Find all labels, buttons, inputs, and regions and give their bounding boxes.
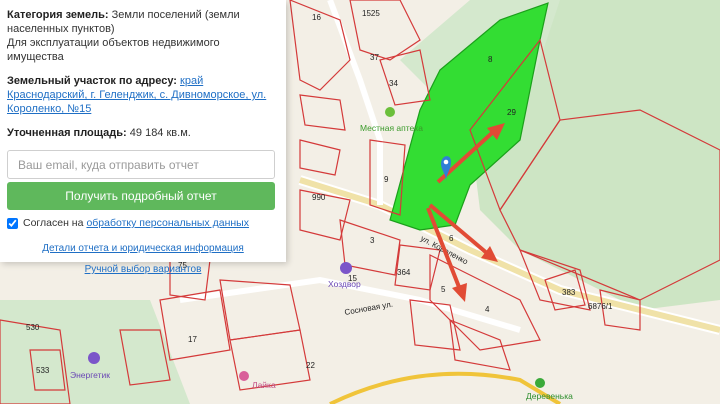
consent-text: Согласен на	[23, 217, 84, 229]
parcel-number: 29	[507, 108, 516, 117]
report-panel: Категория земель: Земли поселений (земли…	[0, 0, 286, 275]
parcel-number: 4	[485, 305, 490, 314]
poi-shop[interactable]: Лайка	[252, 380, 276, 390]
manual-selection-link[interactable]: Ручной выбор вариантов	[7, 264, 279, 275]
parcel-number: 17	[188, 335, 197, 344]
parcel-number: 364	[397, 268, 411, 277]
consent-checkbox[interactable]	[7, 217, 18, 229]
get-report-button[interactable]: Получить подробный отчет	[7, 182, 275, 210]
consent-row: Согласен на обработку персональных данны…	[7, 217, 279, 229]
parcel-number: 383	[562, 288, 576, 297]
parcel-number: 990	[312, 193, 326, 202]
report-details-link[interactable]: Детали отчета и юридическая информация	[7, 243, 279, 254]
parcel-number: 8	[488, 55, 493, 64]
poi-pharmacy[interactable]: Местная аптека	[360, 123, 423, 133]
poi-village[interactable]: Деревенька	[526, 391, 573, 401]
address-row: Земельный участок по адресу: край Красно…	[7, 74, 279, 116]
category-label: Категория земель:	[7, 9, 109, 21]
parcel-number: 3	[370, 236, 375, 245]
pharmacy-icon[interactable]	[385, 107, 395, 117]
parcel-number: 37	[370, 53, 379, 62]
parcel-number: 16	[312, 13, 321, 22]
parcel-number: 6	[449, 234, 454, 243]
poi-energy[interactable]: Энергетик	[70, 370, 110, 380]
category-row: Категория земель: Земли поселений (земли…	[7, 8, 279, 64]
usage-text: Для эксплуатации объектов недвижимого им…	[7, 37, 220, 63]
village-icon[interactable]	[535, 378, 545, 388]
parcel-number: 9	[384, 175, 389, 184]
consent-link[interactable]: обработку персональных данных	[86, 217, 249, 229]
parcel-number: 1525	[362, 9, 380, 18]
email-input[interactable]	[7, 150, 275, 179]
parcel-number: 5	[441, 285, 446, 294]
shop-icon[interactable]	[239, 371, 249, 381]
parcel-number: 6876/1	[588, 302, 613, 311]
parcel-number: 533	[36, 366, 50, 375]
parcel-number: 530	[26, 323, 40, 332]
parcel-number: 34	[389, 79, 398, 88]
energy-icon[interactable]	[88, 352, 100, 364]
parcel-number: 22	[306, 361, 315, 370]
poi-store[interactable]: Хоздвор	[328, 279, 361, 289]
area-label: Уточненная площадь:	[7, 127, 127, 139]
area-value: 49 184 кв.м.	[129, 127, 191, 139]
store-icon[interactable]	[340, 262, 352, 274]
address-label: Земельный участок по адресу:	[7, 75, 177, 87]
area-row: Уточненная площадь: 49 184 кв.м.	[7, 126, 279, 140]
